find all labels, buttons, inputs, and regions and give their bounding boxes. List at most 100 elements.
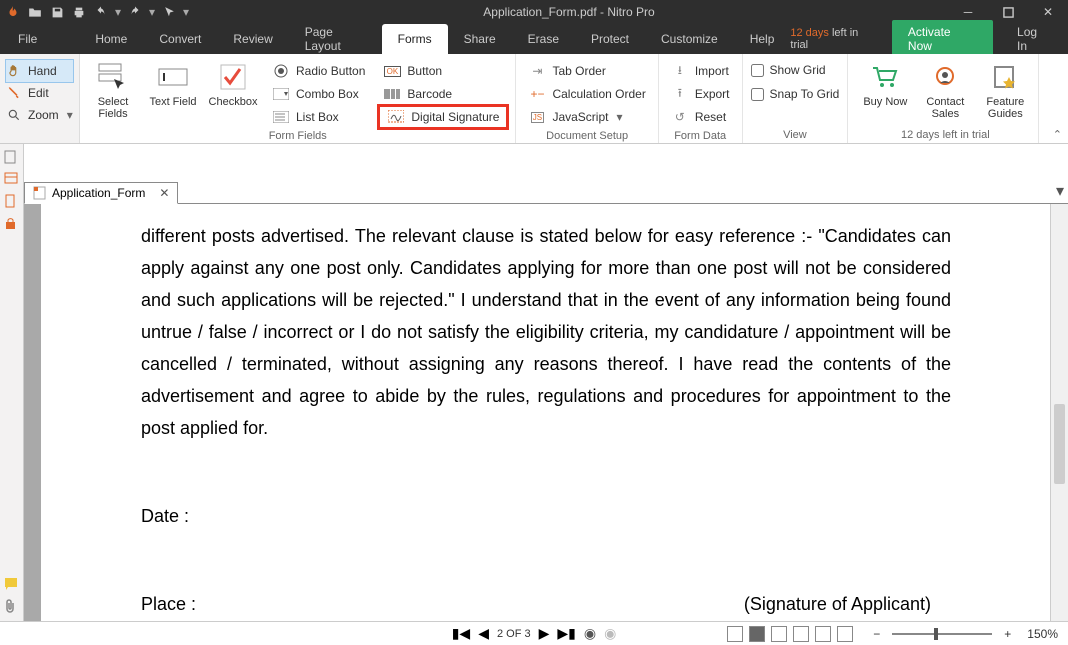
view-facing-continuous-button[interactable] bbox=[793, 626, 809, 642]
book-star-icon bbox=[988, 60, 1022, 94]
digital-signature-button[interactable]: Digital Signature bbox=[379, 106, 507, 128]
contact-sales-button[interactable]: Contact Sales bbox=[920, 60, 970, 120]
tab-convert[interactable]: Convert bbox=[143, 24, 217, 54]
tab-help[interactable]: Help bbox=[734, 24, 791, 54]
checkbox-button[interactable]: Checkbox bbox=[208, 60, 258, 128]
feature-guides-button[interactable]: Feature Guides bbox=[980, 60, 1030, 120]
group-label-form-fields: Form Fields bbox=[88, 128, 507, 142]
cursor-dropdown-icon[interactable]: ▾ bbox=[182, 3, 190, 21]
pdf-page: different posts advertised. The relevant… bbox=[41, 204, 1051, 621]
login-button[interactable]: Log In bbox=[1007, 25, 1060, 53]
text-field-button[interactable]: Text Field bbox=[148, 60, 198, 128]
group-label-trial: 12 days left in trial bbox=[860, 127, 1030, 141]
collapse-ribbon-icon[interactable]: ⌃ bbox=[1053, 128, 1062, 141]
tab-erase[interactable]: Erase bbox=[512, 24, 575, 54]
pages-panel-icon[interactable] bbox=[4, 150, 20, 166]
barcode-button[interactable]: Barcode bbox=[379, 83, 507, 105]
redo-dropdown-icon[interactable]: ▾ bbox=[148, 3, 156, 21]
security-panel-icon[interactable] bbox=[4, 216, 20, 232]
checkbox-icon bbox=[216, 60, 250, 94]
page-viewport[interactable]: different posts advertised. The relevant… bbox=[24, 204, 1068, 621]
doc-place-line: Place : bbox=[141, 588, 196, 620]
list-box-button[interactable]: List Box bbox=[268, 106, 369, 128]
save-icon[interactable] bbox=[48, 3, 66, 21]
view-grid-button[interactable] bbox=[815, 626, 831, 642]
tab-customize[interactable]: Customize bbox=[645, 24, 734, 54]
button-field[interactable]: OKButton bbox=[379, 60, 507, 82]
comments-panel-icon[interactable] bbox=[4, 577, 20, 593]
select-fields-button[interactable]: Select Fields bbox=[88, 60, 138, 128]
tab-dropdown-icon[interactable]: ▾ bbox=[1056, 181, 1064, 201]
last-page-button[interactable]: ▶▮ bbox=[557, 625, 575, 642]
first-page-button[interactable]: ▮◀ bbox=[452, 625, 470, 642]
quick-tools: Hand Edit Zoom▾ bbox=[0, 54, 80, 143]
snap-to-grid-checkbox[interactable]: Snap To Grid bbox=[751, 84, 840, 104]
undo-dropdown-icon[interactable]: ▾ bbox=[114, 3, 122, 21]
attachments-panel-icon[interactable] bbox=[4, 599, 20, 615]
doc-date-line: Date : bbox=[141, 500, 951, 532]
listbox-icon bbox=[272, 111, 290, 123]
signature-icon bbox=[387, 110, 405, 124]
close-tab-icon[interactable]: ✕ bbox=[159, 186, 169, 200]
view-continuous-button[interactable] bbox=[749, 626, 765, 642]
app-logo-icon bbox=[4, 3, 22, 21]
tab-share[interactable]: Share bbox=[448, 24, 512, 54]
redo-icon[interactable] bbox=[126, 3, 144, 21]
calc-order-button[interactable]: +−Calculation Order bbox=[524, 83, 649, 105]
edit-icon bbox=[6, 86, 22, 100]
view-facing-button[interactable] bbox=[771, 626, 787, 642]
menu-bar: File Home Convert Review Page Layout For… bbox=[0, 24, 1068, 54]
view-single-button[interactable] bbox=[727, 626, 743, 642]
vertical-scrollbar[interactable] bbox=[1050, 204, 1068, 621]
zoom-out-button[interactable]: − bbox=[873, 627, 880, 641]
edit-tool[interactable]: Edit bbox=[6, 82, 73, 104]
doc-tab-strip: Application_Form ✕ ▾ bbox=[24, 144, 1068, 204]
bookmarks-panel-icon[interactable] bbox=[4, 172, 20, 188]
document-tab-label: Application_Form bbox=[52, 186, 145, 200]
tab-review[interactable]: Review bbox=[217, 24, 288, 54]
prev-page-button[interactable]: ◀ bbox=[478, 625, 489, 642]
combo-box-button[interactable]: Combo Box bbox=[268, 83, 369, 105]
zoom-tool[interactable]: Zoom▾ bbox=[6, 104, 73, 126]
zoom-slider[interactable] bbox=[892, 633, 992, 635]
hand-tool[interactable]: Hand bbox=[6, 60, 73, 82]
tab-protect[interactable]: Protect bbox=[575, 24, 645, 54]
import-icon: ⭳ bbox=[671, 61, 689, 82]
scroll-thumb[interactable] bbox=[1054, 404, 1065, 484]
prev-view-button[interactable]: ◉ bbox=[584, 625, 596, 642]
layers-panel-icon[interactable] bbox=[4, 194, 20, 210]
buy-now-button[interactable]: Buy Now bbox=[860, 60, 910, 120]
radio-button[interactable]: Radio Button bbox=[268, 60, 369, 82]
javascript-button[interactable]: JSJavaScript▾ bbox=[524, 106, 649, 128]
group-label-doc-setup: Document Setup bbox=[524, 128, 649, 142]
import-button[interactable]: ⭳Import bbox=[667, 60, 734, 82]
document-tab[interactable]: Application_Form ✕ bbox=[24, 182, 178, 204]
trial-status: 12 days left in trial bbox=[790, 27, 878, 51]
zoom-icon bbox=[6, 108, 22, 122]
workspace: Application_Form ✕ ▾ different posts adv… bbox=[0, 144, 1068, 621]
tab-forms[interactable]: Forms bbox=[382, 24, 448, 54]
reset-icon: ↺ bbox=[671, 110, 689, 124]
export-button[interactable]: ⭱Export bbox=[667, 83, 734, 105]
view-fullscreen-button[interactable] bbox=[837, 626, 853, 642]
show-grid-checkbox[interactable]: Show Grid bbox=[751, 60, 840, 80]
select-fields-icon bbox=[96, 60, 130, 94]
next-page-button[interactable]: ▶ bbox=[539, 625, 550, 642]
left-gutter bbox=[0, 144, 24, 621]
tab-home[interactable]: Home bbox=[79, 24, 143, 54]
export-icon: ⭱ bbox=[671, 84, 689, 105]
activate-button[interactable]: Activate Now bbox=[892, 20, 993, 58]
open-icon[interactable] bbox=[26, 3, 44, 21]
zoom-in-button[interactable]: + bbox=[1004, 627, 1011, 641]
radio-icon bbox=[272, 64, 290, 78]
tab-order-button[interactable]: ⇥Tab Order bbox=[524, 60, 649, 82]
file-menu[interactable]: File bbox=[0, 24, 55, 54]
js-icon: JS bbox=[528, 112, 546, 123]
print-icon[interactable] bbox=[70, 3, 88, 21]
page-indicator: 2 OF 3 bbox=[497, 628, 531, 640]
undo-icon[interactable] bbox=[92, 3, 110, 21]
next-view-button[interactable]: ◉ bbox=[604, 625, 616, 642]
tab-page-layout[interactable]: Page Layout bbox=[289, 24, 382, 54]
reset-button[interactable]: ↺Reset bbox=[667, 106, 734, 128]
cursor-icon[interactable] bbox=[160, 3, 178, 21]
